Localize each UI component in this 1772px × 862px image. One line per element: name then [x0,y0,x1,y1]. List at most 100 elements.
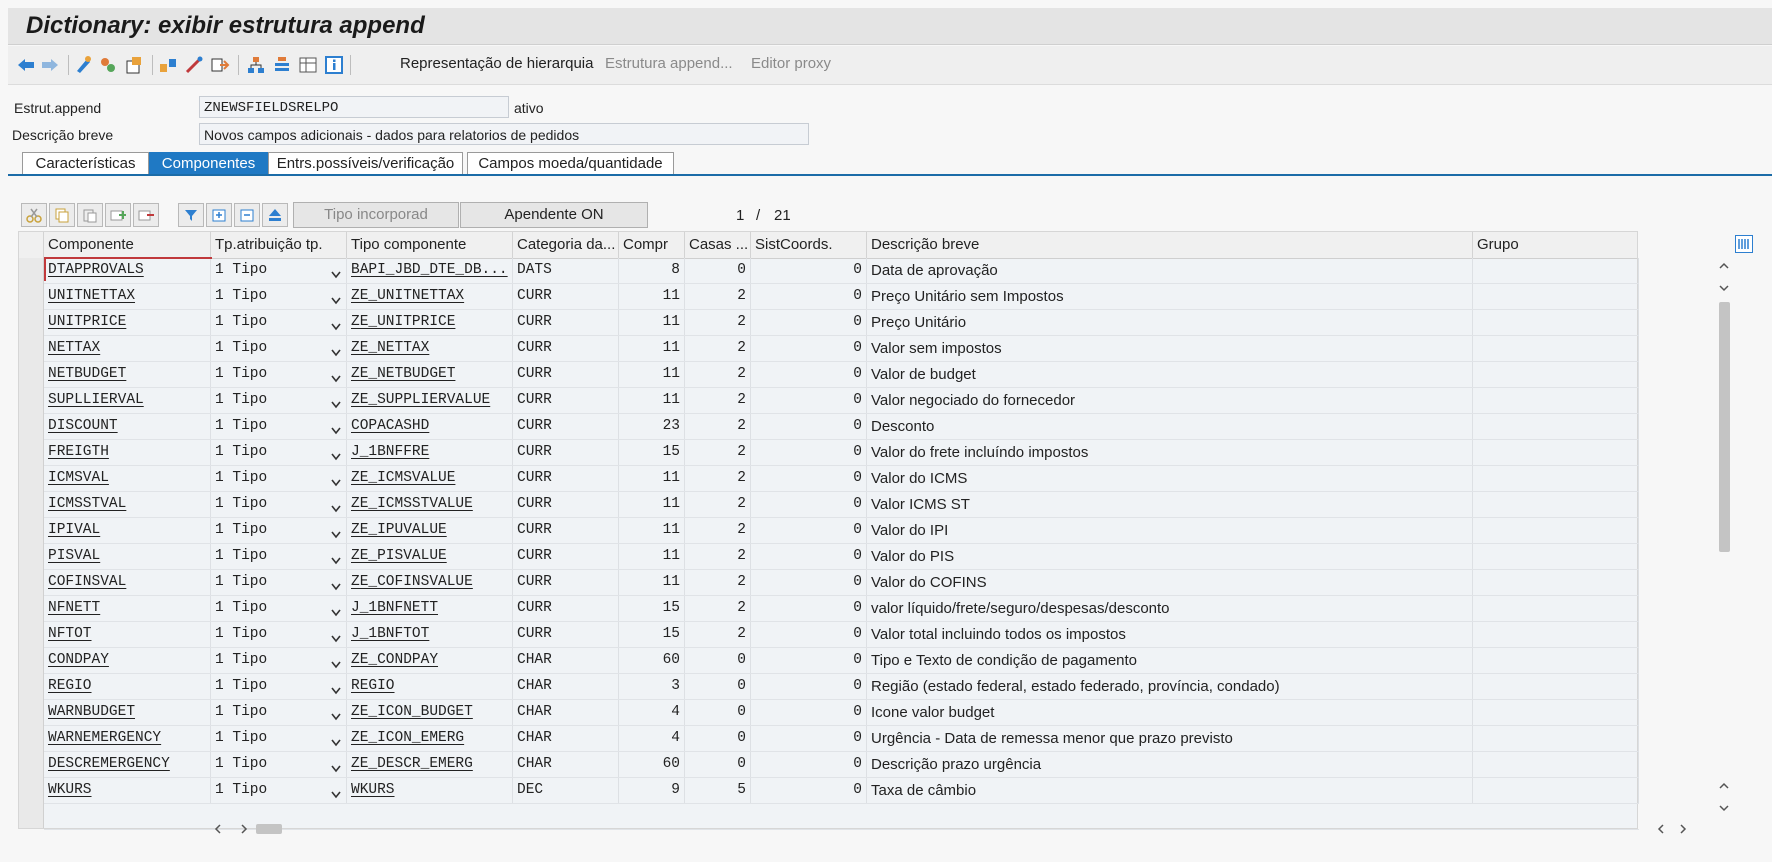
cell-descricao[interactable]: Valor do IPI [867,518,1473,543]
cell-tipo-componente[interactable]: J_1BNFFRE [347,440,513,465]
cell-tipo-componente[interactable]: ZE_UNITPRICE [347,310,513,335]
cell-categoria[interactable]: CURR [513,492,619,517]
cell-grupo[interactable] [1473,466,1639,491]
cell-sistcoords[interactable]: 0 [751,778,867,803]
cell-sistcoords[interactable]: 0 [751,700,867,725]
cell-descricao[interactable]: Valor do ICMS [867,466,1473,491]
cell-tipo-componente[interactable]: ZE_DESCR_EMERG [347,752,513,777]
cell-sistcoords[interactable]: 0 [751,440,867,465]
display-change-icon[interactable] [72,53,96,77]
cell-compr[interactable]: 15 [619,622,685,647]
cell-descricao[interactable]: Desconto [867,414,1473,439]
cell-tp-atribuicao[interactable]: 1 Tipo [211,544,347,569]
cell-sistcoords[interactable]: 0 [751,362,867,387]
cell-tp-atribuicao[interactable]: 1 Tipo [211,284,347,309]
cell-casas[interactable]: 0 [685,700,751,725]
cell-grupo[interactable] [1473,414,1639,439]
cell-tipo-componente[interactable]: ZE_NETTAX [347,336,513,361]
cell-compr[interactable]: 11 [619,310,685,335]
cell-grupo[interactable] [1473,310,1639,335]
collapse-icon[interactable] [234,203,260,227]
cell-componente[interactable]: CONDPAY [44,648,211,673]
table-row[interactable]: WARNEMERGENCY 1 Tipo ZE_ICON_EMERG CHAR 4 0 0 U… [44,726,1639,752]
cell-compr[interactable]: 4 [619,726,685,751]
cell-sistcoords[interactable]: 0 [751,388,867,413]
cell-grupo[interactable] [1473,440,1639,465]
cell-descricao[interactable]: Região (estado federal, estado federado,… [867,674,1473,699]
cell-casas[interactable]: 2 [685,518,751,543]
delete-row-icon[interactable] [133,203,159,227]
table-row[interactable]: DESCREMERGENCY 1 Tipo ZE_DESCR_EMERG CHAR 60… [44,752,1639,778]
cell-compr[interactable]: 60 [619,752,685,777]
col-sistcoords[interactable]: SistCoords. [751,232,867,258]
cell-tp-atribuicao[interactable]: 1 Tipo [211,674,347,699]
cell-tp-atribuicao[interactable]: 1 Tipo [211,310,347,335]
cell-grupo[interactable] [1473,622,1639,647]
cell-compr[interactable]: 4 [619,700,685,725]
cell-tipo-componente[interactable]: J_1BNFNETT [347,596,513,621]
cell-categoria[interactable]: CURR [513,570,619,595]
cell-sistcoords[interactable]: 0 [751,570,867,595]
cell-compr[interactable]: 11 [619,466,685,491]
cell-grupo[interactable] [1473,648,1639,673]
cell-categoria[interactable]: CHAR [513,752,619,777]
cell-tipo-componente[interactable]: ZE_SUPPLIERVALUE [347,388,513,413]
cell-componente[interactable]: DESCREMERGENCY [44,752,211,777]
cell-tipo-componente[interactable]: ZE_IPUVALUE [347,518,513,543]
cell-compr[interactable]: 11 [619,362,685,387]
cell-sistcoords[interactable]: 0 [751,518,867,543]
cell-componente[interactable]: NFNETT [44,596,211,621]
cell-descricao[interactable]: Valor do frete incluíndo impostos [867,440,1473,465]
desc-field[interactable]: Novos campos adicionais - dados para rel… [199,123,809,145]
table-row[interactable]: SUPLLIERVAL 1 Tipo ZE_SUPPLIERVALUE CURR 11 2… [44,388,1639,414]
cell-tp-atribuicao[interactable]: 1 Tipo [211,414,347,439]
cell-categoria[interactable]: CURR [513,310,619,335]
hierarchy-button[interactable]: Representação de hierarquia [400,55,593,72]
table-row[interactable]: NETTAX 1 Tipo ZE_NETTAX CURR 11 2 0 Valor sem i… [44,336,1639,362]
cell-componente[interactable]: IPIVAL [44,518,211,543]
cell-compr[interactable]: 3 [619,674,685,699]
cell-sistcoords[interactable]: 0 [751,466,867,491]
table-row[interactable]: ICMSVAL 1 Tipo ZE_ICMSVALUE CURR 11 2 0 Valor d… [44,466,1639,492]
cell-casas[interactable]: 2 [685,596,751,621]
col-tp-atribuicao[interactable]: Tp.atribuição tp. [211,232,347,258]
cell-casas[interactable]: 2 [685,440,751,465]
cell-grupo[interactable] [1473,518,1639,543]
cell-sistcoords[interactable]: 0 [751,596,867,621]
table-row[interactable]: NFTOT 1 Tipo J_1BNFTOT CURR 15 2 0 Valor total … [44,622,1639,648]
col-compr[interactable]: Compr [619,232,685,258]
cell-categoria[interactable]: CURR [513,466,619,491]
tipo-incorporado-button[interactable]: Tipo incorporad [293,202,459,228]
cell-casas[interactable]: 0 [685,648,751,673]
tab-componentes[interactable]: Componentes [149,152,268,174]
cell-sistcoords[interactable]: 0 [751,310,867,335]
select-all-cell[interactable] [19,232,44,258]
cell-componente[interactable]: ICMSVAL [44,466,211,491]
cell-casas[interactable]: 2 [685,622,751,647]
where-used-icon[interactable] [122,53,146,77]
navigation-icon[interactable] [182,53,206,77]
tab-caracteristicas[interactable]: Características [22,152,149,174]
cell-descricao[interactable]: Taxa de câmbio [867,778,1473,803]
cell-sistcoords[interactable]: 0 [751,752,867,777]
cell-componente[interactable]: UNITNETTAX [44,284,211,309]
append-field[interactable]: ZNEWSFIELDSRELPO [199,96,509,118]
cell-compr[interactable]: 11 [619,570,685,595]
cell-tp-atribuicao[interactable]: 1 Tipo [211,622,347,647]
sort-icon[interactable] [262,203,288,227]
expand-icon[interactable] [206,203,232,227]
cell-grupo[interactable] [1473,570,1639,595]
cell-compr[interactable]: 15 [619,596,685,621]
cell-casas[interactable]: 2 [685,466,751,491]
cell-grupo[interactable] [1473,336,1639,361]
cell-componente[interactable]: WARNBUDGET [44,700,211,725]
cell-compr[interactable]: 9 [619,778,685,803]
cell-categoria[interactable]: CURR [513,388,619,413]
cell-compr[interactable]: 11 [619,544,685,569]
cell-tp-atribuicao[interactable]: 1 Tipo [211,648,347,673]
cell-descricao[interactable]: Valor negociado do fornecedor [867,388,1473,413]
cell-tp-atribuicao[interactable]: 1 Tipo [211,596,347,621]
cell-tp-atribuicao[interactable]: 1 Tipo [211,336,347,361]
cell-grupo[interactable] [1473,700,1639,725]
cell-tp-atribuicao[interactable]: 1 Tipo [211,492,347,517]
